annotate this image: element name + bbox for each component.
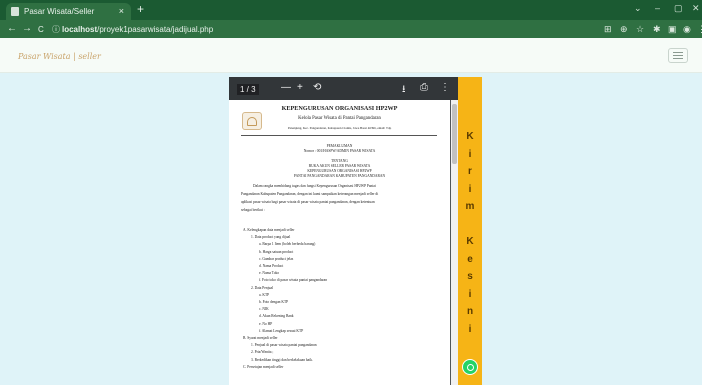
pdf-toolbar: 1 / 3 — + ⟲ ⭳ ⎙ ⋮ <box>229 77 458 100</box>
extensions-icon[interactable]: ✱ <box>653 24 661 35</box>
forward-icon[interactable]: → <box>22 23 32 34</box>
list-item: f. Foto toko di pasar wisata pantai pang… <box>259 278 328 283</box>
intro-line: sebagai berikut : <box>241 208 265 212</box>
pdf-page: KEPENGURUSAN ORGANISASI HP2WP Kelola Pas… <box>229 100 450 385</box>
reload-icon[interactable]: C <box>38 25 44 34</box>
more-options-icon[interactable]: ⋮ <box>440 82 450 93</box>
hamburger-line <box>673 58 683 59</box>
site-header: Pasar Wisata | seller <box>0 38 702 73</box>
list-item: b. Harga satuan product <box>259 249 294 254</box>
banner-letter: i <box>468 323 472 335</box>
list-item: 1. Data product yang dijual <box>251 235 291 240</box>
banner-letter: s <box>467 271 473 282</box>
banner-letter: i <box>468 288 472 300</box>
list-item: 2. Pria/Wanita ; <box>251 350 274 355</box>
page-counter[interactable]: 1 / 3 <box>237 84 259 95</box>
memo-title: PEMAKLUMAN <box>326 144 353 148</box>
address-bar[interactable]: localhost/proyek1pasarwisata/jadijual.ph… <box>62 25 213 34</box>
list-item: b. Foto dengan KTP <box>259 300 289 304</box>
site-info-icon[interactable]: ⓘ <box>52 24 60 35</box>
browser-menu-icon[interactable]: ⋮ <box>697 24 702 35</box>
banner-letter: K <box>466 236 474 247</box>
banner-letter: i <box>468 183 472 195</box>
favicon-icon <box>11 7 19 16</box>
header-divider <box>241 135 437 136</box>
intro-line: Dalam rangka membidang tugas dan fungsi … <box>253 184 376 188</box>
sidebar-icon[interactable]: ▣ <box>668 24 677 35</box>
list-item: d. Nama Product <box>259 264 284 268</box>
about-line: PANTAI PANGANDARAN KABUPATEN PANGANDARAN <box>293 174 386 178</box>
maximize-button[interactable]: ▢ <box>674 3 683 14</box>
document-address: Pananjung, Kec. Pangandaran, Kabupaten C… <box>287 126 392 130</box>
close-window-button[interactable]: ✕ <box>692 3 700 14</box>
list-item: a. Barpa 1 Item (boleh berbeda barang) <box>259 242 316 247</box>
minimize-button[interactable]: – <box>655 3 660 13</box>
back-icon[interactable]: ← <box>7 23 17 34</box>
share-icon[interactable]: ⊕ <box>620 24 628 35</box>
translate-icon[interactable]: ⊞ <box>604 24 612 35</box>
about-line: KEPENGURUSAN ORGANISASI HP2WP <box>307 169 372 173</box>
list-item: d. Akun Rekening Bank <box>259 314 294 319</box>
zoom-in-button[interactable]: + <box>297 82 303 93</box>
url-host: localhost <box>62 25 98 34</box>
tab-close-icon[interactable]: × <box>119 3 124 20</box>
browser-tab-bar: Pasar Wisata/Seller × + ⌄ – ▢ ✕ <box>0 0 702 20</box>
download-icon[interactable]: ⭳ <box>402 82 406 99</box>
list-item: a. KTP <box>259 292 270 297</box>
intro-line: aplikasi pasar wisata bagi pasar wisata … <box>241 200 375 204</box>
brand-logo-text[interactable]: Pasar Wisata | seller <box>18 52 101 61</box>
list-item: 3. Berkedikan tinggi dan berkelakuan bai… <box>251 357 313 362</box>
list-item: A. Kelengkapan data menjadi seller <box>243 228 295 232</box>
banner-letter: n <box>466 306 474 317</box>
banner-letter: m <box>465 201 475 212</box>
url-path: /proyek1pasarwisata/jadijual.php <box>97 25 214 34</box>
banner-letter: i <box>468 148 472 160</box>
list-item: e. No HP <box>259 321 273 326</box>
list-item: e. Nama Toko <box>259 271 280 276</box>
list-item: 1. Penjual di pasar wisata pantai pangan… <box>251 343 317 348</box>
new-tab-button[interactable]: + <box>137 2 144 16</box>
pdf-viewer: 1 / 3 — + ⟲ ⭳ ⎙ ⋮ KEPENGURUSAN ORGANISAS… <box>229 77 458 385</box>
scrollbar-thumb[interactable] <box>452 104 457 164</box>
hamburger-menu-button[interactable] <box>668 48 688 63</box>
zoom-out-button[interactable]: — <box>281 82 291 93</box>
kirim-kesini-banner[interactable]: KirimKesini <box>458 77 482 385</box>
tab-search-icon[interactable]: ⌄ <box>634 3 642 14</box>
hamburger-line <box>673 55 683 56</box>
banner-letter: r <box>468 166 472 177</box>
print-icon[interactable]: ⎙ <box>420 82 428 93</box>
list-item: c. NIK <box>259 307 269 312</box>
document-subtitle: Kelola Pasar Wisata di Pantai Pangandara… <box>298 116 381 121</box>
hamburger-line <box>673 52 683 53</box>
browser-tab[interactable]: Pasar Wisata/Seller × <box>6 3 131 20</box>
tab-title: Pasar Wisata/Seller <box>24 7 95 16</box>
profile-icon[interactable]: ◉ <box>683 24 691 35</box>
banner-letter: K <box>466 131 474 142</box>
intro-line: Pangandaran Kabupaten Pangandaran, denga… <box>241 192 379 196</box>
banner-letter: e <box>467 253 473 265</box>
document-title: KEPENGURUSAN ORGANISASI HP2WP <box>281 105 398 112</box>
whatsapp-icon[interactable] <box>462 359 478 375</box>
pdf-scrollbar[interactable] <box>451 100 458 385</box>
rotate-icon[interactable]: ⟲ <box>313 82 321 93</box>
list-item: C. Persetujan menjadi seller <box>243 364 284 369</box>
list-item: B. Syarat menjadi seller <box>243 336 278 340</box>
about-line: BUKA AKUN SELLER PASAR WISATA <box>308 164 371 168</box>
about-label: TENTANG <box>331 159 348 163</box>
memo-number: Nomor : 001/HASPW/ADMIN PASAR WISATA <box>303 149 376 153</box>
list-item: 2. Data Penjual <box>251 285 274 290</box>
list-item: f. Alamat Lengkap sesuai KTP <box>259 328 304 333</box>
bookmark-star-icon[interactable]: ☆ <box>636 24 644 35</box>
list-item: c. Gambar product jelas <box>259 256 294 261</box>
browser-nav-bar: ← → C ⓘ localhost/proyek1pasarwisata/jad… <box>0 20 702 38</box>
